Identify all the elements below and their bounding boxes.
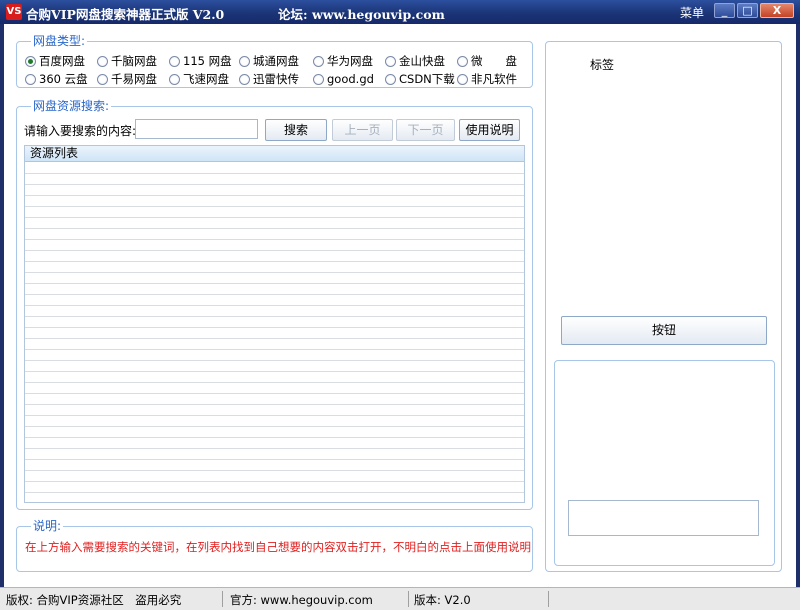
search-group: 网盘资源搜索: 请输入要搜索的内容: 搜索 上一页 下一页 使用说明 资源列表 <box>16 99 533 510</box>
radio-checked-icon[interactable] <box>25 56 36 67</box>
radio-csdn[interactable]: CSDN下载 <box>385 72 455 86</box>
radio-icon[interactable] <box>385 56 396 67</box>
prev-page-button[interactable]: 上一页 <box>332 119 393 141</box>
disk-type-group: 网盘类型: 百度网盘 千脑网盘 115 网盘 城通网盘 华为网盘 金山快盘 微 … <box>16 34 533 88</box>
resource-list-header[interactable]: 资源列表 <box>25 146 524 162</box>
radio-icon[interactable] <box>97 56 108 67</box>
app-logo-icon: VS <box>6 4 22 20</box>
minimize-button[interactable]: _ <box>714 3 735 18</box>
status-version: 版本: V2.0 <box>414 593 471 607</box>
radio-weipan[interactable]: 微 盘 <box>457 54 517 68</box>
radio-icon[interactable] <box>169 74 180 85</box>
resource-list[interactable]: 资源列表 <box>24 145 525 503</box>
status-separator <box>408 591 409 607</box>
bottom-input-box[interactable] <box>568 500 759 536</box>
search-button[interactable]: 搜索 <box>265 119 327 141</box>
radio-icon[interactable] <box>25 74 36 85</box>
radio-115[interactable]: 115 网盘 <box>169 54 232 68</box>
radio-goodgd[interactable]: good.gd <box>313 72 374 86</box>
radio-icon[interactable] <box>313 56 324 67</box>
radio-qianyi[interactable]: 千易网盘 <box>97 72 157 86</box>
radio-icon[interactable] <box>385 74 396 85</box>
info-group-title: 说明: <box>31 519 64 533</box>
right-bottom-panel <box>554 360 775 566</box>
radio-feifan[interactable]: 非凡软件 <box>457 72 517 86</box>
resource-list-rows[interactable] <box>25 163 524 502</box>
status-official: 官方: www.hegouvip.com <box>230 593 373 607</box>
search-label: 请输入要搜索的内容: <box>24 124 137 138</box>
radio-icon[interactable] <box>239 74 250 85</box>
status-separator <box>548 591 549 607</box>
radio-baidu[interactable]: 百度网盘 <box>25 54 85 68</box>
radio-icon[interactable] <box>97 74 108 85</box>
title-bar: VS 合购VIP网盘搜索神器正式版 V2.0 论坛: www.hegouvip.… <box>0 0 800 24</box>
action-button[interactable]: 按钮 <box>561 316 767 345</box>
search-input[interactable] <box>135 119 258 139</box>
radio-icon[interactable] <box>239 56 250 67</box>
tag-label: 标签 <box>590 58 615 72</box>
status-separator <box>222 591 223 607</box>
close-button[interactable]: X <box>760 3 794 18</box>
radio-xunlei[interactable]: 迅雷快传 <box>239 72 299 86</box>
help-button[interactable]: 使用说明 <box>459 119 520 141</box>
menu-button[interactable]: 菜单 <box>680 4 704 21</box>
next-page-button[interactable]: 下一页 <box>396 119 455 141</box>
window-title: 合购VIP网盘搜索神器正式版 V2.0 <box>26 7 225 22</box>
info-group: 说明: 在上方输入需要搜索的关键词，在列表内找到自己想要的内容双击打开，不明白的… <box>16 519 533 572</box>
radio-feisu[interactable]: 飞速网盘 <box>169 72 229 86</box>
radio-icon[interactable] <box>457 74 468 85</box>
status-copyright: 版权: 合购VIP资源社区 盗用必究 <box>6 593 182 607</box>
maximize-button[interactable]: □ <box>737 3 758 18</box>
radio-icon[interactable] <box>169 56 180 67</box>
radio-icon[interactable] <box>457 56 468 67</box>
radio-huawei[interactable]: 华为网盘 <box>313 54 373 68</box>
radio-chengtong[interactable]: 城通网盘 <box>239 54 299 68</box>
radio-qiannao[interactable]: 千脑网盘 <box>97 54 157 68</box>
right-top-panel: 标签 按钮 <box>545 41 782 572</box>
info-text: 在上方输入需要搜索的关键词，在列表内找到自己想要的内容双击打开，不明白的点击上面… <box>25 540 531 554</box>
disk-type-title: 网盘类型: <box>31 34 88 48</box>
status-bar: 版权: 合购VIP资源社区 盗用必究 官方: www.hegouvip.com … <box>0 587 800 610</box>
radio-icon[interactable] <box>313 74 324 85</box>
radio-kingsoft[interactable]: 金山快盘 <box>385 54 445 68</box>
main-window: 网盘类型: 百度网盘 千脑网盘 115 网盘 城通网盘 华为网盘 金山快盘 微 … <box>4 24 796 587</box>
radio-360[interactable]: 360 云盘 <box>25 72 88 86</box>
search-group-title: 网盘资源搜索: <box>31 99 112 113</box>
forum-link[interactable]: 论坛: www.hegouvip.com <box>278 4 445 23</box>
